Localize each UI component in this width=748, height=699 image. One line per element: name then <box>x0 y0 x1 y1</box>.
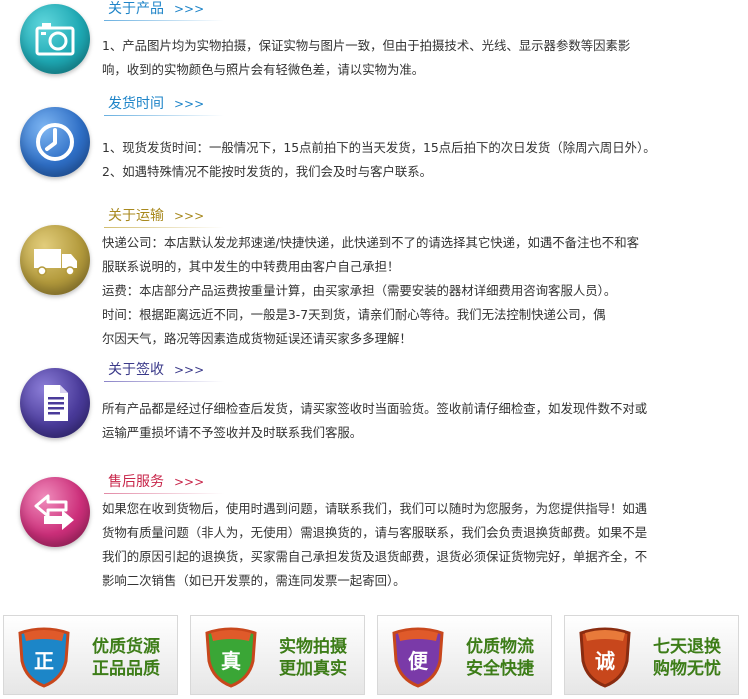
shield-icon: 便 <box>390 623 446 689</box>
shield-char: 诚 <box>595 649 615 673</box>
arrows-text: >>> <box>174 363 205 377</box>
body-line: 快递公司：本店默认发龙邦速递/快捷快递，此快递到不了的请选择其它快递，如遇不备注… <box>102 235 639 250</box>
body-line: 时间：根据距离远近不同，一般是3-7天到货，请亲们耐心等待。我们无法控制快递公司… <box>102 307 606 322</box>
arrows-text: >>> <box>174 97 205 111</box>
badge-line: 购物无忧 <box>653 659 721 679</box>
section-title: 关于运输 >>> <box>108 207 204 225</box>
badge-line: 七天退换 <box>653 637 721 657</box>
body-line: 所有产品都是经过仔细检查后发货，请买家签收时当面验货。签收前请仔细检查，如发现件… <box>102 401 648 416</box>
title-underline <box>104 493 224 494</box>
body-line: 服联系说明的，其中发生的中转费用由客户自己承担！ <box>102 259 400 274</box>
body-line: 我们的原因引起的退换货，买家需自己承担发货及退货邮费，退货必须保证货物完好，单据… <box>102 549 648 564</box>
badge-quality-source: 正 优质货源 正品品质 <box>3 615 178 695</box>
exchange-arrows-icon <box>20 477 90 547</box>
section-body: 1、现货发货时间：一般情况下，15点前拍下的当天发货，15点后拍下的次日发货（除… <box>102 136 742 184</box>
truck-icon <box>20 225 90 295</box>
badge-text: 优质物流 安全快捷 <box>454 636 546 680</box>
section-title-text: 发货时间 <box>108 96 164 112</box>
section-title: 发货时间 >>> <box>108 95 204 113</box>
section-body: 如果您在收到货物后，使用时遇到问题，请联系我们，我们可以随时为您服务，为您提供指… <box>102 497 742 593</box>
arrows-text: >>> <box>174 2 205 16</box>
camera-icon <box>20 4 90 74</box>
section-body: 所有产品都是经过仔细检查后发货，请买家签收时当面验货。签收前请仔细检查，如发现件… <box>102 397 742 445</box>
shield-char: 便 <box>408 649 429 673</box>
body-line: 运费：本店部分产品运费按重量计算，由买家承担（需要安装的器材详细费用咨询客服人员… <box>102 283 617 298</box>
shield-icon: 正 <box>16 623 72 689</box>
title-underline <box>104 115 224 116</box>
body-line: 响，收到的实物颜色与照片会有轻微色差，请以实物为准。 <box>102 62 425 77</box>
body-line: 尔因天气，路况等因素造成货物延误还请买家多多理解！ <box>102 331 412 346</box>
title-underline <box>104 381 224 382</box>
shield-char: 真 <box>221 649 241 673</box>
body-line: 如果您在收到货物后，使用时遇到问题，请联系我们，我们可以随时为您服务，为您提供指… <box>102 501 648 516</box>
section-title: 售后服务 >>> <box>108 473 204 491</box>
body-line: 影响二次销售（如已开发票的，需连同发票一起寄回）。 <box>102 573 406 588</box>
section-title-text: 关于产品 <box>108 1 164 17</box>
section-title-text: 关于运输 <box>108 208 164 224</box>
badge-line: 正品品质 <box>92 659 160 679</box>
section-title-text: 关于签收 <box>108 362 164 378</box>
section-title-text: 售后服务 <box>108 474 164 490</box>
arrows-text: >>> <box>174 209 205 223</box>
document-icon <box>20 368 90 438</box>
section-title: 关于产品 >>> <box>108 0 204 18</box>
body-line: 运输严重损坏请不予签收并及时联系我们客服。 <box>102 425 363 440</box>
badge-logistics: 便 优质物流 安全快捷 <box>377 615 552 695</box>
body-line: 2、如遇特殊情况不能按时发货的，我们会及时与客户联系。 <box>102 164 433 179</box>
badge-real-photos: 真 实物拍摄 更加真实 <box>190 615 365 695</box>
body-line: 1、现货发货时间：一般情况下，15点前拍下的当天发货，15点后拍下的次日发货（除… <box>102 140 656 155</box>
badge-line: 安全快捷 <box>466 659 534 679</box>
badge-line: 优质货源 <box>92 637 160 657</box>
badge-line: 优质物流 <box>466 637 534 657</box>
badge-text: 七天退换 购物无忧 <box>641 636 733 680</box>
title-underline <box>104 20 224 21</box>
badge-line: 更加真实 <box>279 659 347 679</box>
shield-icon: 真 <box>203 623 259 689</box>
section-body: 1、产品图片均为实物拍摄，保证实物与图片一致，但由于拍摄技术、光线、显示器参数等… <box>102 34 742 82</box>
body-line: 货物有质量问题（非人为，无使用）需退换货的，请与客服联系，我们会负责退换货邮费。… <box>102 525 648 540</box>
title-underline <box>104 227 224 228</box>
clock-icon <box>20 107 90 177</box>
badge-text: 优质货源 正品品质 <box>80 636 172 680</box>
badge-seven-day-return: 诚 七天退换 购物无忧 <box>564 615 739 695</box>
body-line: 1、产品图片均为实物拍摄，保证实物与图片一致，但由于拍摄技术、光线、显示器参数等… <box>102 38 631 53</box>
arrows-text: >>> <box>174 475 205 489</box>
section-body: 快递公司：本店默认发龙邦速递/快捷快递，此快递到不了的请选择其它快递，如遇不备注… <box>102 231 742 351</box>
shield-icon: 诚 <box>577 623 633 689</box>
shield-char: 正 <box>34 649 54 673</box>
badge-line: 实物拍摄 <box>279 637 347 657</box>
badge-text: 实物拍摄 更加真实 <box>267 636 359 680</box>
section-title: 关于签收 >>> <box>108 361 204 379</box>
